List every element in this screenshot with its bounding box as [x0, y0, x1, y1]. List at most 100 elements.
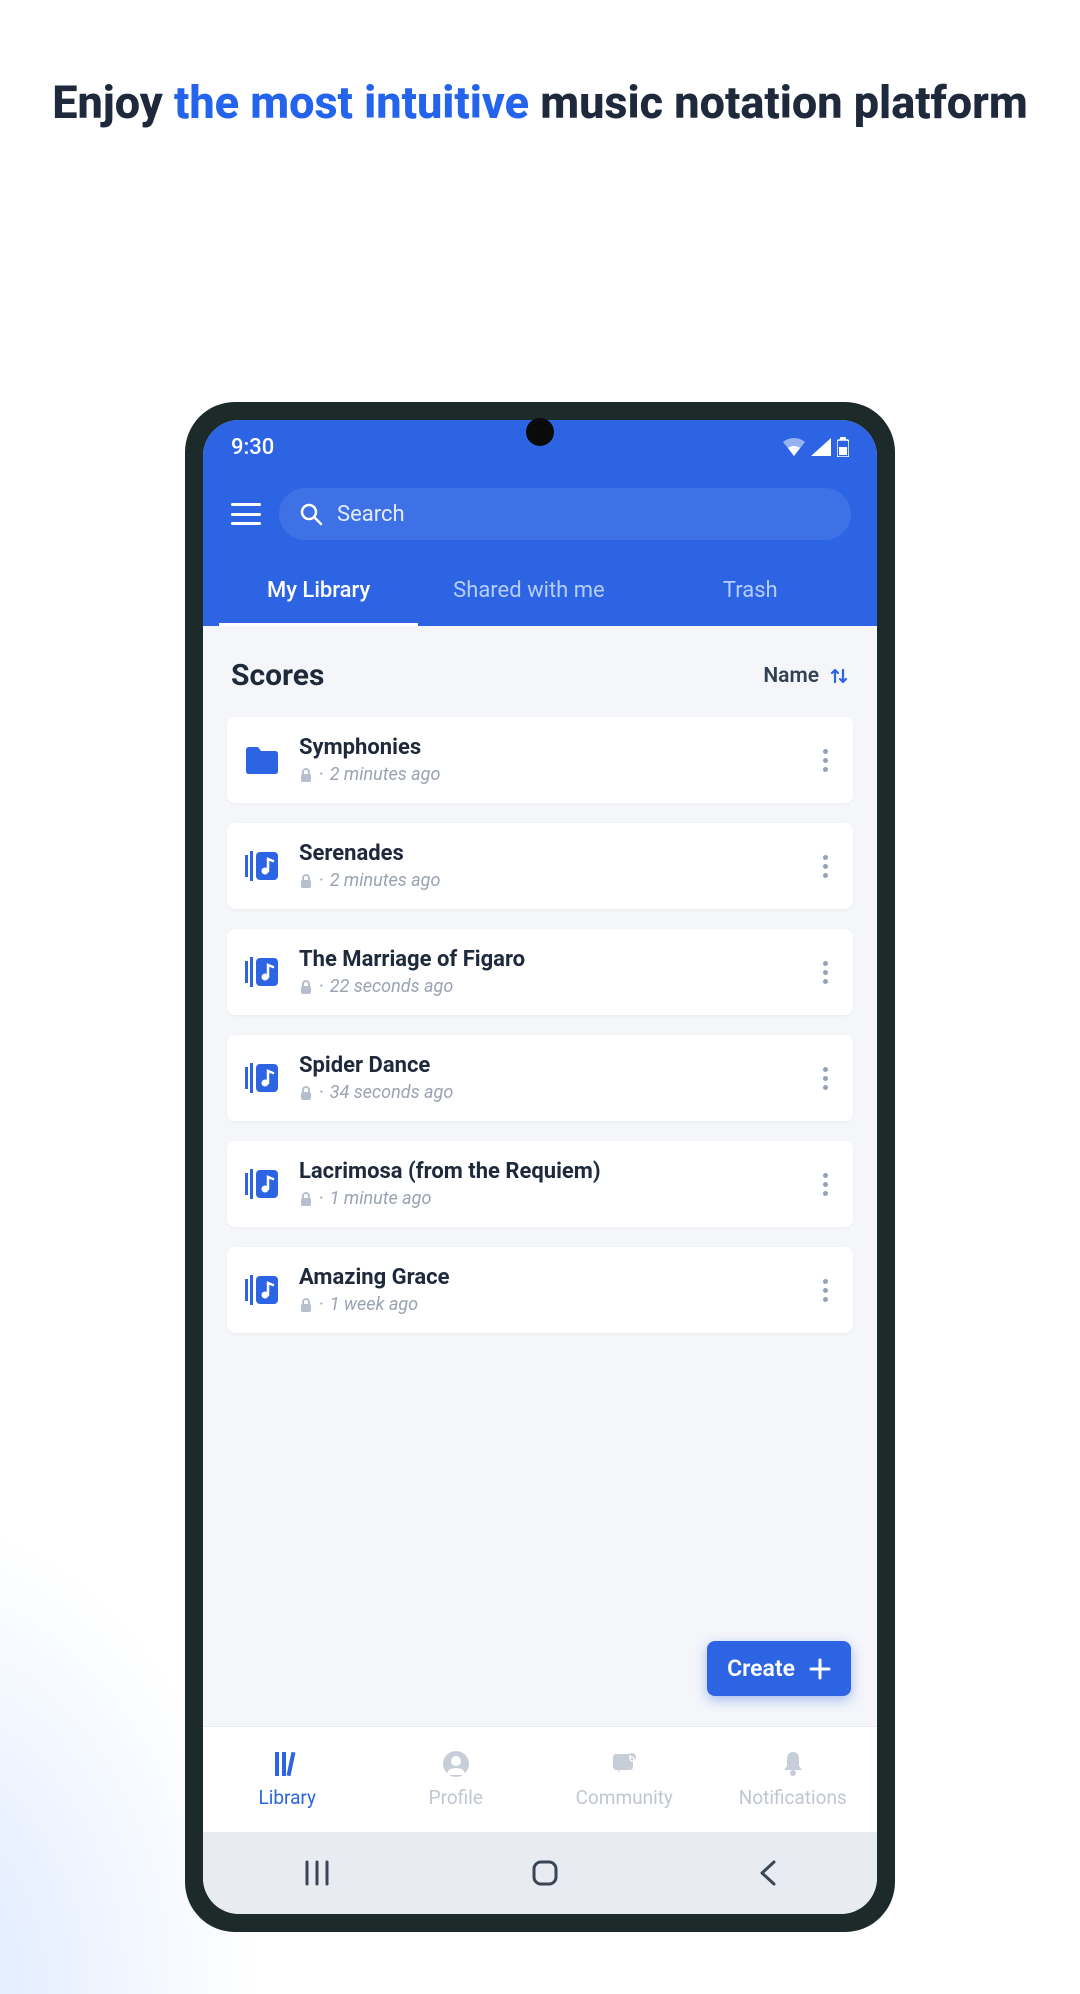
item-time: 34 seconds ago	[330, 1082, 454, 1103]
nav-notifications[interactable]: Notifications	[709, 1727, 878, 1832]
tab-shared-with-me[interactable]: Shared with me	[418, 556, 639, 626]
list-item[interactable]: Serenades · 2 minutes ago	[227, 823, 853, 909]
meta-separator: ·	[319, 870, 324, 891]
android-back-icon[interactable]	[758, 1859, 778, 1887]
nav-community-label: Community	[576, 1786, 673, 1809]
menu-button[interactable]	[231, 503, 261, 525]
meta-separator: ·	[319, 1294, 324, 1315]
item-body: Symphonies · 2 minutes ago	[299, 735, 795, 785]
sort-button[interactable]: Name	[763, 664, 849, 688]
status-time: 9:30	[231, 435, 274, 460]
item-body: Amazing Grace · 1 week ago	[299, 1265, 795, 1315]
tab-my-library[interactable]: My Library	[219, 556, 418, 626]
item-title: Serenades	[299, 841, 795, 866]
sort-label: Name	[763, 664, 819, 688]
list-item[interactable]: Lacrimosa (from the Requiem) · 1 minute ag…	[227, 1141, 853, 1227]
phone-frame: 9:30 Search My Library Shared with me	[185, 402, 895, 1932]
profile-icon	[442, 1750, 470, 1778]
status-indicators	[783, 437, 849, 457]
item-menu-button[interactable]	[813, 1066, 837, 1090]
battery-icon	[837, 437, 849, 457]
meta-separator: ·	[319, 1082, 324, 1103]
android-home-icon[interactable]	[531, 1859, 559, 1887]
community-icon	[610, 1750, 638, 1778]
app-header: Search My Library Shared with me Trash	[203, 474, 877, 626]
android-nav-bar	[203, 1832, 877, 1914]
sort-icon	[829, 666, 849, 686]
folder-icon	[243, 741, 281, 779]
item-time: 1 week ago	[330, 1294, 418, 1315]
plus-icon	[809, 1658, 831, 1680]
item-time: 1 minute ago	[330, 1188, 432, 1209]
item-meta: · 1 week ago	[299, 1294, 795, 1315]
lock-icon	[299, 767, 313, 783]
section-title: Scores	[231, 658, 324, 693]
nav-library[interactable]: Library	[203, 1727, 372, 1832]
section-header: Scores Name	[203, 626, 877, 717]
item-title: Symphonies	[299, 735, 795, 760]
search-input[interactable]: Search	[279, 488, 851, 540]
create-label: Create	[727, 1655, 795, 1682]
item-meta: · 2 minutes ago	[299, 870, 795, 891]
item-title: Spider Dance	[299, 1053, 795, 1078]
score-icon	[243, 953, 281, 991]
headline-accent: the most intuitive	[174, 76, 529, 129]
nav-profile[interactable]: Profile	[372, 1727, 541, 1832]
score-icon	[243, 1165, 281, 1203]
library-icon	[272, 1750, 302, 1778]
list-item[interactable]: The Marriage of Figaro · 22 seconds ago	[227, 929, 853, 1015]
score-icon	[243, 1059, 281, 1097]
phone-screen: 9:30 Search My Library Shared with me	[203, 420, 877, 1914]
item-menu-button[interactable]	[813, 1278, 837, 1302]
signal-icon	[811, 438, 831, 456]
nav-library-label: Library	[258, 1786, 316, 1809]
item-time: 2 minutes ago	[330, 870, 441, 891]
nav-profile-label: Profile	[429, 1786, 483, 1809]
item-meta: · 2 minutes ago	[299, 764, 795, 785]
item-menu-button[interactable]	[813, 1172, 837, 1196]
lock-icon	[299, 1085, 313, 1101]
library-tabs: My Library Shared with me Trash	[219, 556, 861, 626]
list-item[interactable]: Amazing Grace · 1 week ago	[227, 1247, 853, 1333]
bottom-nav: Library Profile Community Notifications	[203, 1726, 877, 1832]
headline-part2: music notation platform	[529, 76, 1028, 129]
item-title: The Marriage of Figaro	[299, 947, 795, 972]
create-button[interactable]: Create	[707, 1641, 851, 1696]
item-body: Serenades · 2 minutes ago	[299, 841, 795, 891]
meta-separator: ·	[319, 976, 324, 997]
bell-icon	[780, 1750, 806, 1778]
item-time: 22 seconds ago	[330, 976, 454, 997]
lock-icon	[299, 873, 313, 889]
item-title: Amazing Grace	[299, 1265, 795, 1290]
score-icon	[243, 1271, 281, 1309]
android-recent-icon[interactable]	[302, 1860, 332, 1886]
headline-part1: Enjoy	[52, 76, 174, 129]
phone-camera-notch	[526, 418, 554, 446]
item-body: The Marriage of Figaro · 22 seconds ago	[299, 947, 795, 997]
item-title: Lacrimosa (from the Requiem)	[299, 1159, 795, 1184]
meta-separator: ·	[319, 1188, 324, 1209]
nav-community[interactable]: Community	[540, 1727, 709, 1832]
lock-icon	[299, 1191, 313, 1207]
tab-trash[interactable]: Trash	[640, 556, 861, 626]
search-placeholder: Search	[337, 502, 405, 527]
score-icon	[243, 847, 281, 885]
item-meta: · 1 minute ago	[299, 1188, 795, 1209]
item-body: Spider Dance · 34 seconds ago	[299, 1053, 795, 1103]
search-icon	[299, 502, 323, 526]
marketing-headline: Enjoy the most intuitive music notation …	[0, 74, 1080, 133]
meta-separator: ·	[319, 764, 324, 785]
item-menu-button[interactable]	[813, 960, 837, 984]
wifi-icon	[783, 438, 805, 456]
scores-content: Scores Name Symphonies·2 minutes agoSere…	[203, 626, 877, 1726]
item-time: 2 minutes ago	[330, 764, 441, 785]
item-menu-button[interactable]	[813, 748, 837, 772]
lock-icon	[299, 979, 313, 995]
lock-icon	[299, 1297, 313, 1313]
item-body: Lacrimosa (from the Requiem) · 1 minute ag…	[299, 1159, 795, 1209]
item-meta: · 34 seconds ago	[299, 1082, 795, 1103]
item-menu-button[interactable]	[813, 854, 837, 878]
list-item[interactable]: Spider Dance · 34 seconds ago	[227, 1035, 853, 1121]
item-meta: · 22 seconds ago	[299, 976, 795, 997]
list-item[interactable]: Symphonies · 2 minutes ago	[227, 717, 853, 803]
